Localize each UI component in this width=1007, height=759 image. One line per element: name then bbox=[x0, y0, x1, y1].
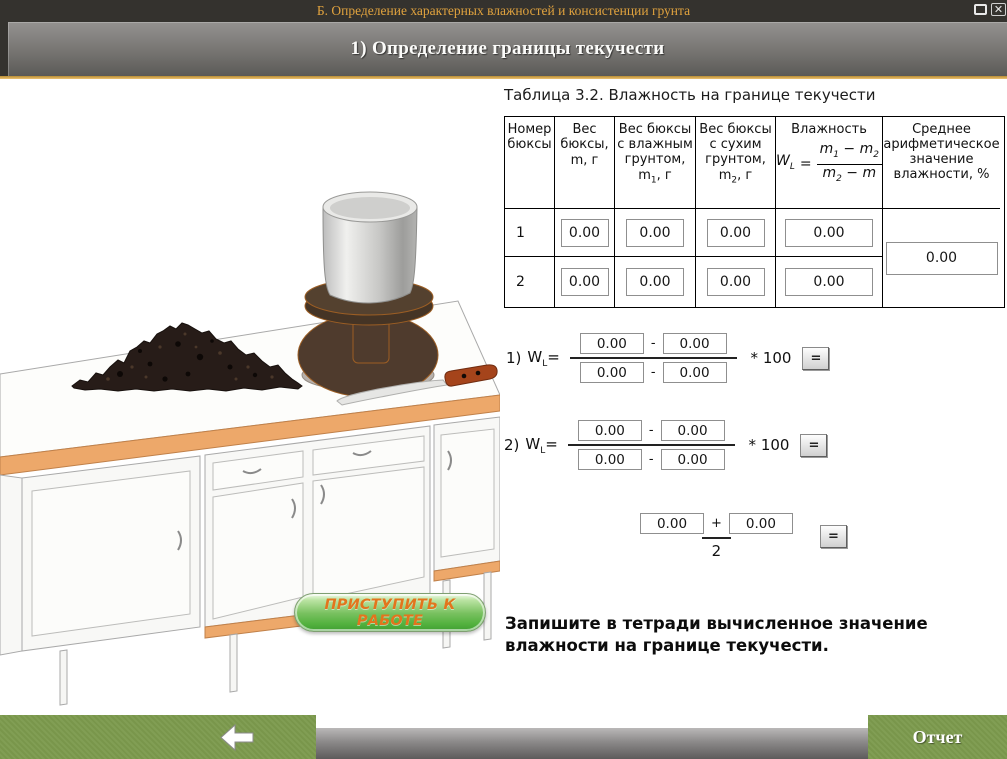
row1-number: 1 bbox=[505, 209, 555, 257]
col-header-average: Среднее арифметическое значение влажност… bbox=[883, 117, 1000, 209]
calc2-numerator-2[interactable]: 0.00 bbox=[661, 420, 725, 441]
col-header-mass: Вес бюксы, m, г bbox=[555, 117, 615, 209]
calc2-denominator-1[interactable]: 0.00 bbox=[578, 449, 642, 470]
footer-progress-bar bbox=[316, 728, 868, 759]
footer-left-panel bbox=[0, 715, 316, 759]
calc-row-2: 2) WL= 0.00 - 0.00 0.00 - 0.00 * 100 = bbox=[504, 417, 827, 473]
moisture-table: Номер бюксы Вес бюксы, m, г Вес бюксы с … bbox=[504, 116, 1005, 308]
col-header-wet-mass: Вес бюксы с влажным грунтом, m1, г bbox=[615, 117, 696, 209]
step-header: 1) Определение границы текучести bbox=[8, 22, 1007, 76]
row2-number: 2 bbox=[505, 257, 555, 307]
calc1-numerator-1[interactable]: 0.00 bbox=[580, 333, 644, 354]
start-work-button[interactable]: ПРИСТУПИТЬ К РАБОТЕ bbox=[294, 593, 486, 632]
input-m2-row2[interactable]: 0.00 bbox=[707, 268, 765, 296]
equals-button-average[interactable]: = bbox=[820, 525, 847, 548]
calc1-denominator-1[interactable]: 0.00 bbox=[580, 362, 644, 383]
average-calc: 0.00 + 0.00 2 = bbox=[624, 510, 847, 563]
input-w-row2[interactable]: 0.00 bbox=[785, 268, 873, 296]
calc2-numerator-1[interactable]: 0.00 bbox=[578, 420, 642, 441]
input-m-row1[interactable]: 0.00 bbox=[561, 219, 609, 247]
window-controls: ✕ bbox=[974, 3, 1006, 16]
calc1-numerator-2[interactable]: 0.00 bbox=[663, 333, 727, 354]
close-icon[interactable]: ✕ bbox=[991, 3, 1006, 16]
avg-value-2[interactable]: 0.00 bbox=[729, 513, 793, 534]
calc-row-1: 1) WL= 0.00 - 0.00 0.00 - 0.00 * 100 = bbox=[506, 330, 829, 386]
restore-icon[interactable] bbox=[974, 4, 987, 15]
app-title: Б. Определение характерных влажностей и … bbox=[0, 0, 1007, 22]
col-header-number: Номер бюксы bbox=[505, 117, 555, 209]
avg-value-1[interactable]: 0.00 bbox=[640, 513, 704, 534]
input-m-row2[interactable]: 0.00 bbox=[561, 268, 609, 296]
equals-button-1[interactable]: = bbox=[802, 347, 829, 370]
instruction-text: Запишите в тетради вычисленное значение … bbox=[505, 613, 945, 657]
back-arrow-button[interactable] bbox=[220, 724, 254, 751]
input-m2-row1[interactable]: 0.00 bbox=[707, 219, 765, 247]
calc1-denominator-2[interactable]: 0.00 bbox=[663, 362, 727, 383]
input-m1-row2[interactable]: 0.00 bbox=[626, 268, 684, 296]
report-button[interactable]: Отчет bbox=[868, 715, 1007, 759]
moisture-formula: WL = m1 − m2 m2 − m bbox=[776, 142, 882, 187]
equals-button-2[interactable]: = bbox=[800, 434, 827, 457]
app-window: Б. Определение характерных влажностей и … bbox=[0, 0, 1007, 759]
title-bar: Б. Определение характерных влажностей и … bbox=[0, 0, 1007, 76]
input-w-row1[interactable]: 0.00 bbox=[785, 219, 873, 247]
table-title: Таблица 3.2. Влажность на границе текуче… bbox=[504, 86, 876, 104]
col-header-dry-mass: Вес бюксы с сухим грунтом, m2, г bbox=[696, 117, 776, 209]
input-average[interactable]: 0.00 bbox=[886, 242, 998, 275]
step-title: 1) Определение границы текучести bbox=[350, 38, 664, 60]
input-m1-row1[interactable]: 0.00 bbox=[626, 219, 684, 247]
avg-denominator: 2 bbox=[712, 542, 722, 560]
calc2-denominator-2[interactable]: 0.00 bbox=[661, 449, 725, 470]
col-header-moisture-formula: Влажность WL = m1 − m2 m2 − m bbox=[776, 117, 883, 209]
cone-device-icon bbox=[298, 192, 438, 397]
